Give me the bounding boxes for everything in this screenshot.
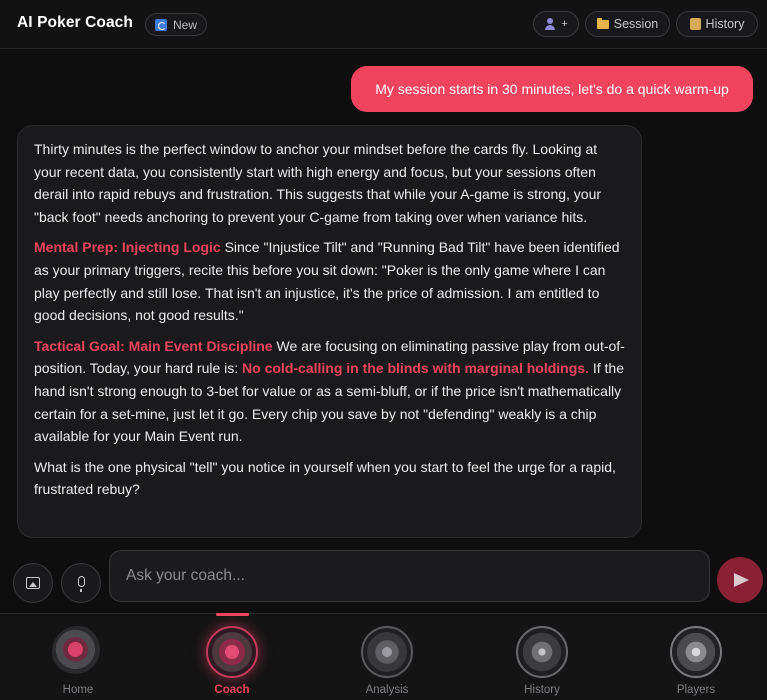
send-button[interactable] bbox=[717, 557, 763, 603]
image-icon bbox=[26, 577, 40, 589]
hard-rule-text: No cold-calling in the blinds with margi… bbox=[242, 360, 589, 377]
nav-item-players[interactable]: Players bbox=[646, 614, 746, 700]
history-chips-icon bbox=[516, 626, 568, 678]
refresh-icon bbox=[155, 18, 167, 31]
assistant-paragraph: Thirty minutes is the perfect window to … bbox=[34, 141, 602, 225]
new-chat-button[interactable]: New bbox=[145, 13, 208, 36]
user-icon bbox=[544, 18, 556, 30]
microphone-icon bbox=[77, 575, 85, 592]
nav-label-players: Players bbox=[676, 684, 716, 696]
nav-label-history: History bbox=[524, 684, 560, 696]
assistant-message-bubble: Thirty minutes is the perfect window to … bbox=[17, 125, 642, 538]
nav-label-analysis: Analysis bbox=[365, 684, 409, 696]
add-player-button[interactable]: + bbox=[533, 11, 579, 37]
nav-item-history[interactable]: History bbox=[492, 614, 592, 700]
user-message-text: My session starts in 30 minutes, let's d… bbox=[375, 81, 729, 97]
scroll-icon bbox=[689, 18, 701, 30]
assistant-question: What is the one physical "tell" you noti… bbox=[34, 458, 616, 498]
analysis-cards-icon bbox=[361, 626, 413, 678]
nav-item-analysis[interactable]: Analysis bbox=[337, 614, 437, 700]
session-button[interactable]: Session bbox=[585, 11, 670, 37]
folder-icon bbox=[596, 17, 609, 29]
nav-label-home: Home bbox=[62, 684, 94, 696]
assistant-paragraph: Tactical Goal: Main Event Discipline We … bbox=[34, 335, 625, 448]
session-label: Session bbox=[613, 17, 659, 31]
home-brain-icon bbox=[52, 626, 104, 678]
coach-brain-icon bbox=[206, 626, 258, 678]
history-button[interactable]: History bbox=[676, 11, 758, 37]
new-chat-label: New bbox=[173, 17, 198, 32]
app-title: AI Poker Coach bbox=[17, 14, 133, 31]
voice-input-button[interactable] bbox=[61, 563, 101, 603]
nav-item-home[interactable]: Home bbox=[28, 614, 128, 700]
active-tab-indicator bbox=[216, 613, 249, 616]
add-label: + bbox=[561, 18, 568, 30]
top-bar: AI Poker Coach New + Session History bbox=[0, 0, 767, 49]
assistant-paragraph: Mental Prep: Injecting Logic Since "Inju… bbox=[34, 236, 625, 326]
mental-prep-heading: Mental Prep: Injecting Logic bbox=[34, 239, 221, 256]
players-icon bbox=[670, 626, 722, 678]
attach-image-button[interactable] bbox=[13, 563, 53, 603]
user-message-bubble: My session starts in 30 minutes, let's d… bbox=[351, 66, 753, 112]
nav-item-coach[interactable]: Coach bbox=[182, 614, 282, 700]
tactical-goal-heading: Tactical Goal: Main Event Discipline bbox=[34, 337, 273, 354]
history-label: History bbox=[705, 17, 745, 31]
send-icon bbox=[734, 573, 749, 587]
bottom-navigation: Home Coach Analysis History Players bbox=[0, 613, 767, 700]
nav-label-coach: Coach bbox=[214, 684, 250, 696]
chat-input[interactable] bbox=[109, 550, 710, 602]
